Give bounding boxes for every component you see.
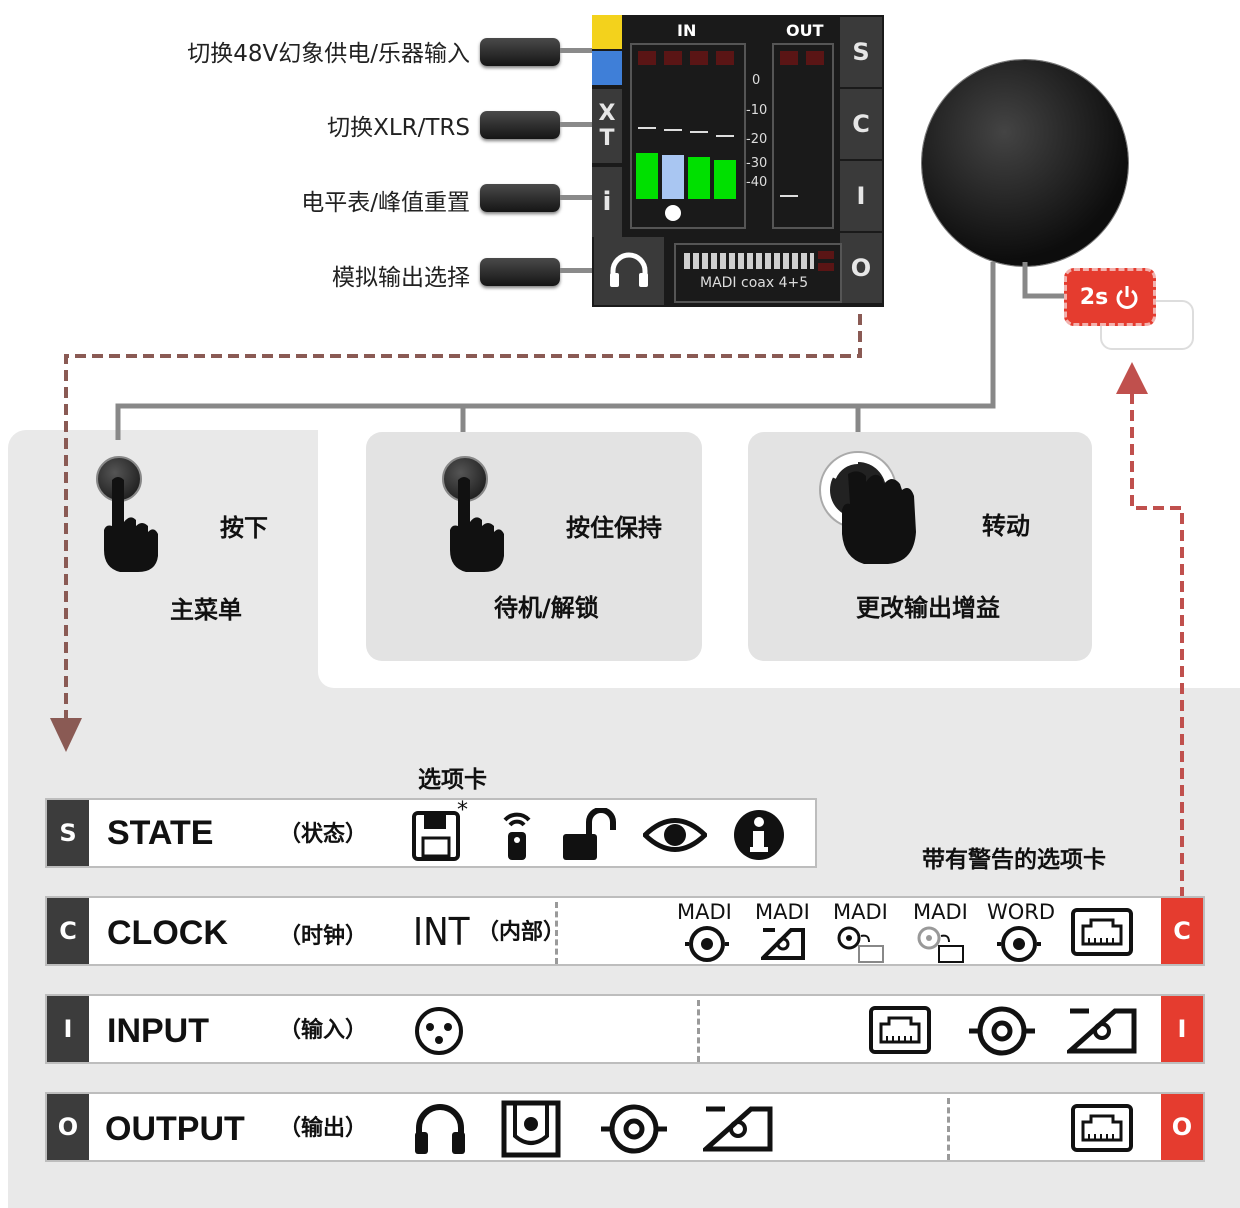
clock-int[interactable]: INT <box>413 910 470 954</box>
optical-icon-2[interactable] <box>761 928 805 960</box>
turn-hand-icon <box>819 451 916 564</box>
state-row[interactable]: S STATE （状态） * <box>45 798 817 868</box>
network-port-icon-clock[interactable] <box>1071 908 1133 956</box>
output-name: OUTPUT <box>105 1110 245 1148</box>
info-icon[interactable] <box>733 809 785 861</box>
madi-redundant-icon-3[interactable] <box>833 924 889 964</box>
clock-source-label-4: MADI <box>913 900 968 924</box>
optical-icon-output[interactable] <box>703 1106 773 1152</box>
input-row[interactable]: I INPUT （输入） I <box>45 994 1205 1064</box>
clock-name: CLOCK <box>107 914 228 952</box>
network-port-icon-output[interactable] <box>1071 1104 1133 1152</box>
madi-redundant-icon-4[interactable] <box>913 924 969 964</box>
aes-icon[interactable] <box>501 1100 561 1158</box>
input-warning-tab[interactable]: I <box>1161 996 1203 1062</box>
clock-source-label-1: MADI <box>677 900 732 924</box>
tabs-title: 选项卡 <box>418 767 487 793</box>
turn-result: 更改输出增益 <box>856 594 1000 622</box>
warning-tabs-title: 带有警告的选项卡 <box>922 847 1106 873</box>
output-warning-tab[interactable]: O <box>1161 1094 1203 1160</box>
press-hand-icon <box>104 477 158 572</box>
clock-key: C <box>47 898 89 964</box>
bnc-icon-input[interactable] <box>967 1004 1037 1058</box>
hold-hand-icon <box>450 477 504 572</box>
hold-result: 待机/解锁 <box>494 594 599 622</box>
input-key: I <box>47 996 89 1062</box>
output-divider <box>947 1098 950 1160</box>
input-divider <box>697 1000 700 1062</box>
state-cn: （状态） <box>279 822 368 847</box>
input-cn: （输入） <box>279 1018 368 1043</box>
hold-verb: 按住保持 <box>566 514 662 542</box>
unlock-icon[interactable] <box>561 808 623 862</box>
optical-icon-input[interactable] <box>1067 1008 1137 1054</box>
clock-row[interactable]: C CLOCK （时钟） INT （内部） MADI MADI MADI MAD… <box>45 896 1205 966</box>
clock-divider <box>555 902 558 964</box>
save-asterisk: * <box>457 798 468 823</box>
bnc-icon-1[interactable] <box>685 924 729 964</box>
remote-icon[interactable] <box>499 810 535 862</box>
clock-cn: （时钟） <box>279 924 368 949</box>
clock-warning-tab[interactable]: C <box>1161 898 1203 964</box>
input-name: INPUT <box>107 1012 209 1050</box>
eye-icon[interactable] <box>643 814 707 856</box>
state-name: STATE <box>107 814 214 852</box>
clock-source-label-5: WORD <box>987 900 1056 924</box>
clock-source-label-3: MADI <box>833 900 888 924</box>
action-card-hold <box>366 432 702 661</box>
clock-source-label-2: MADI <box>755 900 810 924</box>
headphone-output-icon[interactable] <box>411 1100 469 1158</box>
output-key: O <box>47 1094 89 1160</box>
bnc-icon-word[interactable] <box>997 924 1041 964</box>
press-result: 主菜单 <box>170 596 242 624</box>
network-port-icon-input[interactable] <box>869 1006 931 1054</box>
turn-verb: 转动 <box>982 512 1030 540</box>
bnc-icon-output[interactable] <box>599 1102 669 1156</box>
state-key: S <box>47 800 89 866</box>
output-cn: （输出） <box>279 1116 368 1141</box>
press-verb: 按下 <box>220 514 268 542</box>
output-row[interactable]: O OUTPUT （输出） O <box>45 1092 1205 1162</box>
xlr-icon[interactable] <box>413 1006 465 1056</box>
clock-int-cn: （内部） <box>477 920 566 945</box>
